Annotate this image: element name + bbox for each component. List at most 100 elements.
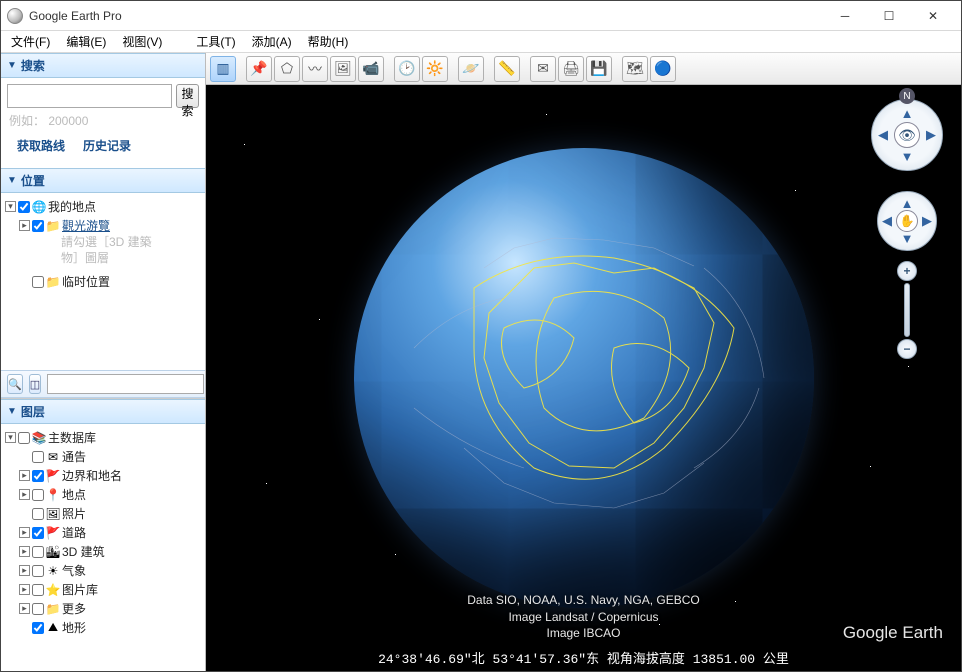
layer-terrain[interactable]: 地形 xyxy=(62,619,86,636)
search-input[interactable] xyxy=(7,84,172,108)
expander-icon[interactable]: ▸ xyxy=(19,220,30,231)
checkbox-borders[interactable] xyxy=(32,470,44,482)
print-button[interactable]: 🖨 xyxy=(558,56,584,82)
maximize-button[interactable]: ☐ xyxy=(867,2,911,30)
expander-icon[interactable]: ▸ xyxy=(19,470,30,481)
layer-places[interactable]: 地点 xyxy=(62,486,86,503)
checkbox-my-places[interactable] xyxy=(18,201,30,213)
search-button[interactable]: 搜索 xyxy=(176,84,199,108)
places-tree[interactable]: ▾ 🌐 我的地点 ▸ 📁 觀光游覽 請勾選［3D 建築物］圖層 📁 临时位置 xyxy=(1,193,205,370)
layer-root[interactable]: 主数据库 xyxy=(48,429,96,446)
sphere-button[interactable]: 🔵 xyxy=(650,56,676,82)
eye-icon[interactable]: 👁 xyxy=(894,122,920,148)
image-overlay-button[interactable]: 🖼 xyxy=(330,56,356,82)
checkbox-terrain[interactable] xyxy=(32,622,44,634)
sunlight-button[interactable]: 🔆 xyxy=(422,56,448,82)
view-in-maps-button[interactable]: 🗺 xyxy=(622,56,648,82)
layer-weather[interactable]: 气象 xyxy=(62,562,86,579)
places-toolbar: 🔍 ◫ xyxy=(1,370,205,398)
checkbox-3d[interactable] xyxy=(32,546,44,558)
checkbox-root[interactable] xyxy=(18,432,30,444)
checkbox-photos[interactable] xyxy=(32,508,44,520)
north-indicator[interactable]: N xyxy=(899,88,915,104)
expander-icon[interactable]: ▸ xyxy=(19,584,30,595)
globe[interactable] xyxy=(354,148,814,608)
folder-icon: 📁 xyxy=(46,219,60,233)
globe-viewport[interactable]: N ▲ ▼ ◀ ▶ 👁 ▲ ▼ ◀ ▶ ✋ + − Data SIO, NOAA… xyxy=(206,85,961,671)
path-button[interactable]: 〰 xyxy=(302,56,328,82)
zoom-out-button[interactable]: − xyxy=(897,339,917,359)
nav-pan[interactable]: ▲ ▼ ◀ ▶ ✋ xyxy=(877,191,937,251)
ruler-button[interactable]: 📏 xyxy=(494,56,520,82)
look-left-icon[interactable]: ◀ xyxy=(878,127,888,143)
panel-toggle-icon[interactable]: ◫ xyxy=(29,374,41,394)
pan-up-icon[interactable]: ▲ xyxy=(901,196,914,211)
zoom-in-button[interactable]: + xyxy=(897,261,917,281)
search-places-icon[interactable]: 🔍 xyxy=(7,374,23,394)
zoom-slider[interactable] xyxy=(904,283,910,337)
checkbox-weather[interactable] xyxy=(32,565,44,577)
menubar: 文件(F) 编辑(E) 视图(V) 工具(T) 添加(A) 帮助(H) xyxy=(1,31,961,53)
close-button[interactable]: ✕ xyxy=(911,2,955,30)
checkbox-announcements[interactable] xyxy=(32,451,44,463)
menu-view[interactable]: 视图(V) xyxy=(116,31,168,52)
tree-sightseeing[interactable]: 觀光游覽 xyxy=(62,217,110,234)
expander-icon[interactable]: ▸ xyxy=(19,527,30,538)
star-icon: ⭐ xyxy=(46,583,60,597)
checkbox-roads[interactable] xyxy=(32,527,44,539)
get-directions-link[interactable]: 获取路线 xyxy=(17,137,65,154)
save-image-button[interactable]: 💾 xyxy=(586,56,612,82)
checkbox-more[interactable] xyxy=(32,603,44,615)
history-link[interactable]: 历史记录 xyxy=(83,137,131,154)
checkbox-places[interactable] xyxy=(32,489,44,501)
placemark-button[interactable]: 📌 xyxy=(246,56,272,82)
expander-icon[interactable]: ▸ xyxy=(19,565,30,576)
hand-icon[interactable]: ✋ xyxy=(896,210,918,232)
places-panel-header[interactable]: 位置 xyxy=(1,168,205,193)
flag-icon: 🚩 xyxy=(46,469,60,483)
expander-icon[interactable]: ▸ xyxy=(19,603,30,614)
toolbar: ▥ 📌 ⬠ 〰 🖼 📹 🕑 🔆 🪐 📏 ✉ 🖨 💾 🗺 🔵 xyxy=(206,53,961,85)
menu-file[interactable]: 文件(F) xyxy=(5,31,56,52)
pan-down-icon[interactable]: ▼ xyxy=(901,231,914,246)
pin-icon: 📍 xyxy=(46,488,60,502)
layer-3d[interactable]: 3D 建筑 xyxy=(62,543,105,560)
expander-icon[interactable]: ▸ xyxy=(19,489,30,500)
layer-roads[interactable]: 道路 xyxy=(62,524,86,541)
checkbox-gallery[interactable] xyxy=(32,584,44,596)
layers-panel-header[interactable]: 图层 xyxy=(1,399,205,424)
email-button[interactable]: ✉ xyxy=(530,56,556,82)
tree-my-places[interactable]: 我的地点 xyxy=(48,198,96,215)
look-up-icon[interactable]: ▲ xyxy=(901,106,914,121)
minimize-button[interactable]: ─ xyxy=(823,2,867,30)
look-right-icon[interactable]: ▶ xyxy=(926,127,936,143)
expander-icon[interactable]: ▾ xyxy=(5,201,16,212)
menu-help[interactable]: 帮助(H) xyxy=(302,31,355,52)
look-down-icon[interactable]: ▼ xyxy=(901,149,914,164)
layers-tree[interactable]: ▾ 📚 主数据库 ✉ 通告 ▸ 🚩 边界和地名 ▸ 📍 地点 xyxy=(1,424,205,671)
planet-button[interactable]: 🪐 xyxy=(458,56,484,82)
layer-gallery[interactable]: 图片库 xyxy=(62,581,98,598)
history-button[interactable]: 🕑 xyxy=(394,56,420,82)
menu-tools[interactable]: 工具(T) xyxy=(190,31,241,52)
checkbox-sightseeing[interactable] xyxy=(32,220,44,232)
layer-announcements[interactable]: 通告 xyxy=(62,448,86,465)
nav-compass[interactable]: N ▲ ▼ ◀ ▶ 👁 xyxy=(871,99,943,171)
pan-right-icon[interactable]: ▶ xyxy=(922,213,932,229)
search-panel-header[interactable]: 搜索 xyxy=(1,53,205,78)
menu-edit[interactable]: 编辑(E) xyxy=(60,31,112,52)
expander-icon[interactable]: ▸ xyxy=(19,546,30,557)
layer-borders[interactable]: 边界和地名 xyxy=(62,467,122,484)
pan-left-icon[interactable]: ◀ xyxy=(882,213,892,229)
places-filter-input[interactable] xyxy=(47,374,204,394)
layer-photos[interactable]: 照片 xyxy=(62,505,86,522)
menu-add[interactable]: 添加(A) xyxy=(246,31,298,52)
expander-icon[interactable]: ▾ xyxy=(5,432,16,443)
flag-icon: 🚩 xyxy=(46,526,60,540)
checkbox-temp[interactable] xyxy=(32,276,44,288)
layer-more[interactable]: 更多 xyxy=(62,600,86,617)
polygon-button[interactable]: ⬠ xyxy=(274,56,300,82)
record-tour-button[interactable]: 📹 xyxy=(358,56,384,82)
toggle-sidebar-button[interactable]: ▥ xyxy=(210,56,236,82)
tree-temp[interactable]: 临时位置 xyxy=(62,273,110,290)
